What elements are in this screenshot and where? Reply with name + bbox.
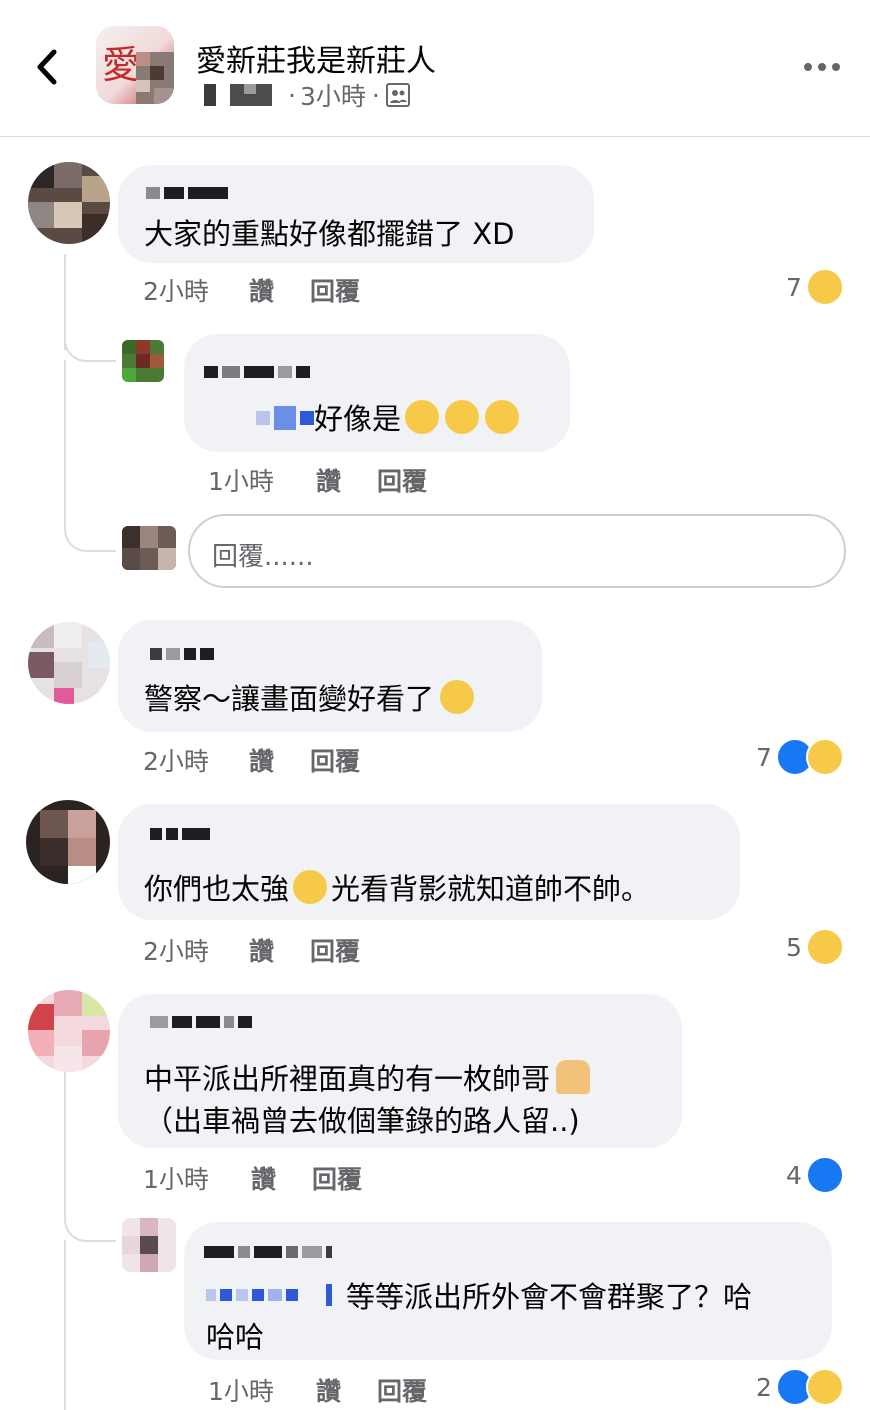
reaction-summary[interactable]: 5 bbox=[786, 928, 844, 966]
reply-text-content: 好像是 bbox=[314, 402, 402, 436]
thread-line bbox=[64, 1060, 66, 1210]
avatar[interactable] bbox=[28, 990, 110, 1072]
reaction-summary[interactable]: 7 bbox=[756, 738, 844, 776]
avatar[interactable] bbox=[122, 526, 176, 570]
comment-text-line-1: 中平派出所裡面真的有一枚帥哥 bbox=[144, 1062, 551, 1096]
comment-text-line-2: （出車禍曾去做個筆錄的路人留..) bbox=[144, 1104, 580, 1138]
reaction-summary[interactable]: 4 bbox=[786, 1156, 844, 1194]
avatar[interactable] bbox=[28, 622, 110, 704]
chevron-left-icon[interactable] bbox=[30, 44, 70, 90]
like-button[interactable]: 讚 bbox=[249, 932, 274, 968]
comment-bubble: 你們也太強 光看背影就知道帥不帥。 bbox=[118, 804, 740, 920]
comment-bubble: 中平派出所裡面真的有一枚帥哥 （出車禍曾去做個筆錄的路人留..) bbox=[118, 994, 682, 1148]
reaction-count: 2 bbox=[756, 1372, 772, 1402]
post-meta: · 3小時 · bbox=[204, 77, 410, 113]
mention-blurred[interactable] bbox=[256, 406, 314, 430]
reply-input[interactable]: 回覆...... bbox=[188, 514, 846, 588]
reply-button[interactable]: 回覆 bbox=[310, 272, 360, 308]
meta-separator: · bbox=[288, 80, 296, 110]
sweat-smile-emoji bbox=[440, 680, 475, 714]
rolling-laughing-emoji bbox=[445, 400, 480, 434]
meta-separator: · bbox=[371, 80, 380, 110]
reaction-count: 7 bbox=[786, 272, 802, 302]
reply-button[interactable]: 回覆 bbox=[377, 462, 427, 498]
haha-icon bbox=[805, 1368, 844, 1406]
comment-time[interactable]: 2小時 bbox=[143, 742, 209, 778]
reply-input-placeholder: 回覆...... bbox=[212, 542, 314, 572]
mention-blurred[interactable] bbox=[206, 1284, 332, 1306]
reply-button[interactable]: 回覆 bbox=[377, 1372, 427, 1408]
like-button[interactable]: 讚 bbox=[249, 272, 274, 308]
comment-time[interactable]: 2小時 bbox=[143, 932, 209, 968]
haha-icon bbox=[805, 738, 844, 776]
group-avatar-logo-char: 愛 bbox=[102, 43, 141, 87]
comment-text: 你們也太強 光看背影就知道帥不帥。 bbox=[144, 866, 650, 908]
reply-text-line-2: 哈哈 bbox=[206, 1320, 265, 1354]
avatar[interactable] bbox=[26, 800, 110, 884]
comment-text-before: 你們也太強 bbox=[144, 872, 290, 906]
comment-bubble: 大家的重點好像都擺錯了 XD bbox=[118, 165, 594, 263]
comment-time[interactable]: 1小時 bbox=[143, 1160, 209, 1196]
man-in-tuxedo-emoji bbox=[556, 1060, 591, 1094]
avatar[interactable] bbox=[122, 340, 164, 382]
reaction-count: 7 bbox=[756, 742, 772, 772]
like-button[interactable]: 讚 bbox=[316, 1372, 341, 1408]
group-audience-icon bbox=[385, 83, 410, 107]
reply-button[interactable]: 回覆 bbox=[312, 1160, 362, 1196]
like-button[interactable]: 讚 bbox=[251, 1160, 276, 1196]
post-time[interactable]: 3小時 bbox=[300, 77, 366, 113]
comment-text: 警察～讓畫面變好看了 bbox=[144, 676, 475, 718]
commenter-name-blurred[interactable] bbox=[150, 828, 210, 840]
like-icon bbox=[805, 1156, 844, 1194]
reaction-count: 4 bbox=[786, 1160, 802, 1190]
comment-time[interactable]: 1小時 bbox=[208, 462, 274, 498]
commenter-name-blurred[interactable] bbox=[204, 1246, 332, 1258]
comment-text-content: 警察～讓畫面變好看了 bbox=[144, 682, 435, 716]
reply-bubble: 好像是 bbox=[184, 334, 570, 452]
post-header: 愛 愛新莊我是新莊人 · 3小時 · bbox=[0, 0, 870, 137]
comment-time[interactable]: 2小時 bbox=[143, 272, 209, 308]
thread-line bbox=[64, 1240, 66, 1410]
avatar[interactable] bbox=[122, 1218, 176, 1272]
thread-connector bbox=[64, 1206, 116, 1242]
flushed-face-emoji bbox=[293, 870, 328, 904]
reply-button[interactable]: 回覆 bbox=[310, 742, 360, 778]
group-name[interactable]: 愛新莊我是新莊人 bbox=[196, 36, 436, 80]
commenter-name-blurred[interactable] bbox=[150, 1016, 252, 1028]
commenter-name-blurred[interactable] bbox=[204, 366, 310, 378]
thread-connector bbox=[64, 520, 116, 552]
reaction-summary[interactable]: 2 bbox=[756, 1368, 844, 1406]
author-name-blurred[interactable] bbox=[204, 82, 274, 108]
reaction-count: 5 bbox=[786, 932, 802, 962]
thread-connector bbox=[64, 330, 116, 362]
rolling-laughing-emoji bbox=[405, 400, 440, 434]
reaction-summary[interactable]: 7 bbox=[786, 268, 844, 306]
thread-line bbox=[64, 360, 66, 520]
reply-button[interactable]: 回覆 bbox=[310, 932, 360, 968]
comment-line-1: 中平派出所裡面真的有一枚帥哥 bbox=[144, 1056, 591, 1098]
comment-bubble: 警察～讓畫面變好看了 bbox=[118, 620, 542, 732]
comment-time[interactable]: 1小時 bbox=[208, 1372, 274, 1408]
comment-text-after: 光看背影就知道帥不帥。 bbox=[331, 872, 651, 906]
commenter-name-blurred[interactable] bbox=[150, 648, 214, 660]
more-options-icon[interactable] bbox=[804, 60, 840, 74]
haha-icon bbox=[805, 268, 844, 306]
reply-text: 好像是 bbox=[314, 396, 520, 438]
reply-text-line-1: 等等派出所外會不會群聚了？哈 bbox=[346, 1280, 753, 1314]
commenter-name-blurred[interactable] bbox=[146, 187, 228, 199]
like-button[interactable]: 讚 bbox=[316, 462, 341, 498]
avatar[interactable] bbox=[28, 162, 110, 244]
haha-icon bbox=[805, 928, 844, 966]
rolling-laughing-emoji bbox=[485, 400, 520, 434]
comment-text: 大家的重點好像都擺錯了 XD bbox=[144, 217, 515, 251]
reply-bubble: 等等派出所外會不會群聚了？哈 哈哈 bbox=[184, 1222, 832, 1360]
like-button[interactable]: 讚 bbox=[249, 742, 274, 778]
group-avatar[interactable]: 愛 bbox=[96, 26, 174, 104]
